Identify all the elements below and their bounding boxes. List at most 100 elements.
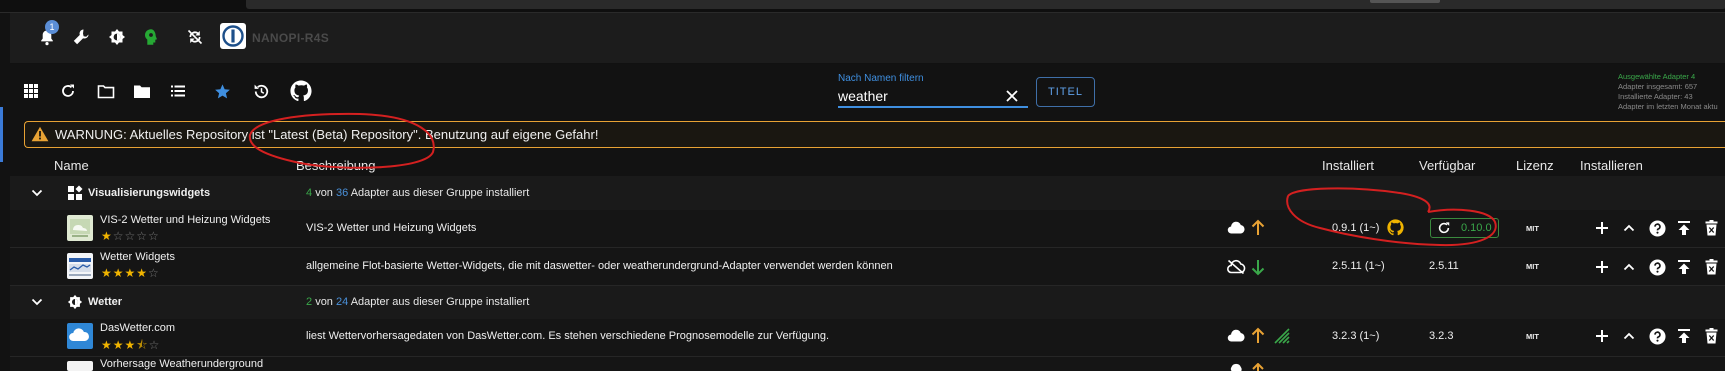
- update-check-icon[interactable]: [250, 80, 272, 102]
- github-icon[interactable]: [290, 80, 312, 102]
- signal-icon: [1274, 328, 1290, 344]
- group-total-count: 36: [336, 187, 349, 199]
- available-version: 3.2.3: [1429, 330, 1454, 342]
- adapter-row-weatherunderground[interactable]: Vorhersage Weatherunderground: [10, 357, 1725, 371]
- theme-toggle-icon[interactable]: [106, 26, 128, 48]
- refresh-icon[interactable]: [57, 80, 79, 102]
- chevron-up-icon[interactable]: [1620, 258, 1638, 276]
- stats-total: Adapter insgesamt: 657: [1618, 82, 1698, 91]
- folder-icon[interactable]: [131, 80, 153, 102]
- stats-last-month: Adapter im letzten Monat aktu: [1618, 102, 1718, 111]
- host-logo-icon: [220, 23, 246, 49]
- group-installed-count: 4: [306, 187, 313, 199]
- notification-badge: 1: [45, 20, 59, 34]
- cloud-icon: [1227, 221, 1245, 234]
- host-name: NANOPI-R4S: [252, 31, 330, 45]
- help-icon[interactable]: [1648, 219, 1666, 237]
- upload-icon[interactable]: [1675, 258, 1693, 276]
- delete-icon[interactable]: [1702, 258, 1720, 276]
- available-version: 0.10.0: [1461, 222, 1492, 234]
- arrow-down-icon: [1251, 260, 1265, 276]
- sync-off-icon[interactable]: [184, 26, 206, 48]
- star-icon[interactable]: [211, 80, 233, 102]
- delete-icon[interactable]: [1702, 327, 1720, 345]
- adapter-row-weather-widgets[interactable]: Wetter Widgets ★★★★☆ allgemeine Flot-bas…: [10, 248, 1725, 286]
- cloud-icon: [1230, 363, 1242, 371]
- list-view-icon[interactable]: [167, 80, 189, 102]
- adapter-rating[interactable]: ★☆☆☆☆: [101, 229, 160, 243]
- group-count-separator: von: [315, 296, 333, 308]
- add-instance-icon[interactable]: [1593, 327, 1611, 345]
- chevron-down-icon[interactable]: [30, 186, 44, 200]
- installed-version: 2.5.11 (1~): [1332, 260, 1385, 272]
- column-header-license: Lizenz: [1516, 158, 1554, 173]
- update-icon: [1438, 222, 1450, 234]
- adapter-logo-icon: [67, 253, 93, 279]
- adapter-description: allgemeine Flot-basierte Wetter-Widgets,…: [306, 260, 893, 272]
- adapter-stats: Ausgewählte Adapter 4 Adapter insgesamt:…: [1618, 72, 1718, 112]
- add-instance-icon[interactable]: [1593, 219, 1611, 237]
- star-outline-icon: ☆☆☆☆: [112, 229, 160, 243]
- adapter-rating[interactable]: ★★★⯪☆: [101, 336, 160, 357]
- license: MIT: [1526, 262, 1539, 271]
- star-outline-icon: ☆: [148, 266, 160, 280]
- group-count-suffix: Adapter aus dieser Gruppe installiert: [350, 187, 530, 199]
- chevron-down-icon[interactable]: [30, 295, 44, 309]
- adapter-rating[interactable]: ★★★★☆: [101, 266, 160, 280]
- widgets-icon: [68, 185, 83, 200]
- folder-outline-icon[interactable]: [95, 80, 117, 102]
- license: MIT: [1526, 224, 1539, 233]
- title-toggle-button[interactable]: TITEL: [1036, 77, 1095, 107]
- adapter-row-daswetter[interactable]: DasWetter.com ★★★⯪☆ liest Wettervorhersa…: [10, 319, 1725, 357]
- top-bar: [246, 0, 1725, 9]
- warning-icon: [31, 126, 49, 142]
- window-top-strip: [0, 0, 1725, 13]
- adapter-name: DasWetter.com: [100, 322, 175, 334]
- delete-icon[interactable]: [1702, 219, 1720, 237]
- group-installed-count: 2: [306, 296, 313, 308]
- scroll-knob[interactable]: [1370, 0, 1440, 3]
- group-row-visualization[interactable]: Visualisierungswidgets 4 von 36 Adapter …: [10, 176, 1725, 211]
- clear-filter-icon[interactable]: [1004, 88, 1020, 104]
- expert-mode-icon[interactable]: [140, 26, 162, 48]
- group-total-count: 24: [336, 296, 349, 308]
- repository-warning: WARNUNG: Aktuelles Repository ist "Lates…: [24, 121, 1725, 148]
- adapter-description: liest Wettervorhersagedaten von DasWette…: [306, 330, 829, 342]
- adapter-name: Wetter Widgets: [100, 251, 175, 263]
- adapter-logo-icon: [67, 215, 93, 241]
- add-instance-icon[interactable]: [1593, 258, 1611, 276]
- chevron-up-icon[interactable]: [1620, 219, 1638, 237]
- column-header-installed: Installiert: [1322, 158, 1375, 173]
- column-header-install: Installieren: [1580, 158, 1643, 173]
- group-name: Visualisierungswidgets: [88, 187, 211, 199]
- adapter-row-vis-2-weather[interactable]: VIS-2 Wetter und Heizung Widgets ★☆☆☆☆ V…: [10, 210, 1725, 248]
- column-header-name[interactable]: Name: [54, 158, 89, 173]
- warning-text: WARNUNG: Aktuelles Repository ist "Lates…: [55, 127, 599, 142]
- group-row-weather[interactable]: Wetter 2 von 24 Adapter aus dieser Grupp…: [10, 286, 1725, 321]
- installed-version: 3.2.3 (1~): [1332, 330, 1380, 342]
- adapter-description: VIS-2 Wetter und Heizung Widgets: [306, 222, 477, 234]
- group-install-count: 2 von 24 Adapter aus dieser Gruppe insta…: [306, 296, 529, 308]
- star-half-icon: ⯪: [136, 338, 149, 352]
- star-icon: ★: [101, 229, 113, 243]
- arrow-up-icon: [1252, 363, 1264, 371]
- adapter-name: VIS-2 Wetter und Heizung Widgets: [100, 214, 271, 226]
- group-count-separator: von: [315, 187, 333, 199]
- column-header-description: Beschreibung: [296, 158, 376, 173]
- github-icon[interactable]: [1387, 219, 1404, 236]
- available-version: 2.5.11: [1429, 260, 1459, 272]
- filter-input[interactable]: [838, 86, 1028, 108]
- wrench-icon[interactable]: [70, 26, 92, 48]
- update-button[interactable]: 0.10.0: [1430, 218, 1499, 238]
- stats-installed: Installierte Adapter: 43: [1618, 92, 1693, 101]
- star-outline-icon: ☆: [148, 338, 161, 352]
- upload-icon[interactable]: [1675, 219, 1693, 237]
- help-icon[interactable]: [1648, 258, 1666, 276]
- help-icon[interactable]: [1648, 327, 1666, 345]
- upload-icon[interactable]: [1675, 327, 1693, 345]
- column-header-available: Verfügbar: [1419, 158, 1476, 173]
- chevron-up-icon[interactable]: [1620, 327, 1638, 345]
- cloud-icon: [1227, 329, 1245, 342]
- arrow-up-icon: [1251, 219, 1265, 235]
- grid-view-icon[interactable]: [20, 80, 42, 102]
